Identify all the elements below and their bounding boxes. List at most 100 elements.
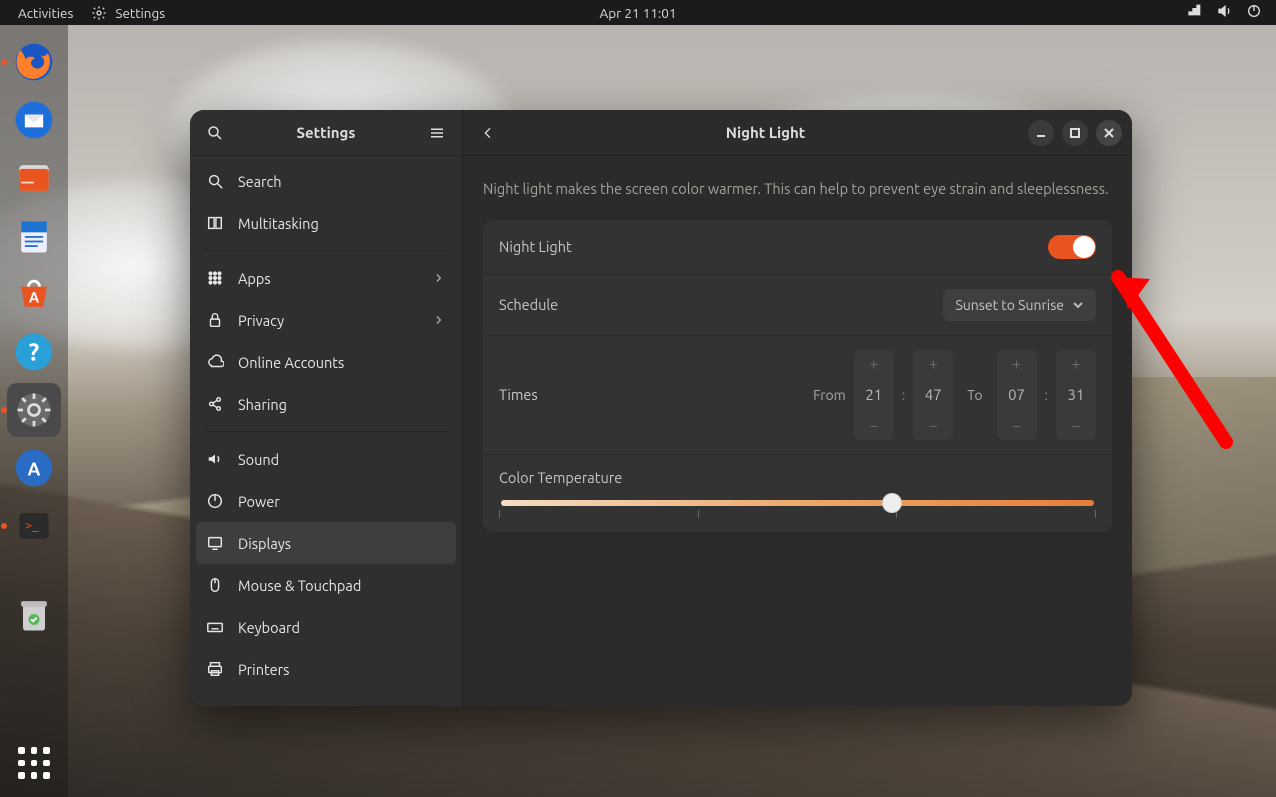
volume-icon[interactable]: [1216, 3, 1232, 22]
dock-app-thunderbird[interactable]: [7, 93, 61, 147]
dock-app-files[interactable]: [7, 151, 61, 205]
dock-app-ubuntu-software[interactable]: A: [7, 267, 61, 321]
sidebar-item-sound[interactable]: Sound: [190, 438, 462, 480]
chevron-right-icon: [432, 313, 446, 327]
multitask-icon: [206, 214, 224, 232]
mouse-icon: [206, 576, 224, 594]
color-temperature-label: Color Temperature: [499, 469, 1096, 486]
settings-content: Night Light Night light makes the screen…: [462, 110, 1132, 706]
search-icon: [206, 124, 224, 142]
dock-app-software-updater[interactable]: A: [7, 441, 61, 495]
svg-text:?: ?: [29, 338, 39, 365]
top-bar: Activities Settings Apr 21 11:01: [0, 0, 1276, 25]
network-icon[interactable]: [1186, 3, 1202, 22]
share-icon: [206, 395, 224, 413]
sidebar-title: Settings: [230, 124, 422, 141]
back-button[interactable]: [473, 118, 503, 148]
cloud-icon: [206, 353, 224, 371]
sidebar-item-label: Keyboard: [238, 619, 300, 636]
night-light-description: Night light makes the screen color warme…: [483, 178, 1112, 200]
sidebar-item-label: Mouse & Touchpad: [238, 577, 361, 594]
dock-app-terminal[interactable]: >_: [7, 499, 61, 553]
dock-app-writer[interactable]: [7, 209, 61, 263]
chevron-right-icon: [432, 271, 446, 285]
sidebar-item-power[interactable]: Power: [190, 480, 462, 522]
sidebar-item-printers[interactable]: Printers: [190, 648, 462, 690]
from-min-spinner[interactable]: + 47 −: [913, 350, 953, 440]
sidebar-item-sharing[interactable]: Sharing: [190, 383, 462, 425]
power-icon: [206, 492, 224, 510]
power-icon[interactable]: [1246, 3, 1262, 22]
sidebar-item-multitasking[interactable]: Multitasking: [190, 202, 462, 244]
window-minimize-button[interactable]: [1028, 120, 1054, 146]
sidebar-item-label: Printers: [238, 661, 289, 678]
spinner-minus[interactable]: −: [1056, 412, 1096, 440]
sidebar-item-label: Privacy: [238, 312, 284, 329]
night-light-panel: Night Light Schedule Sunset to Sunrise T…: [483, 220, 1112, 532]
spinner-plus[interactable]: +: [854, 350, 894, 378]
sidebar-item-privacy[interactable]: Privacy: [190, 299, 462, 341]
dock-app-firefox[interactable]: [7, 35, 61, 89]
printer-icon: [206, 660, 224, 678]
clock[interactable]: Apr 21 11:01: [600, 5, 677, 21]
sidebar-item-label: Online Accounts: [238, 354, 344, 371]
dock-app-settings[interactable]: [7, 383, 61, 437]
spinner-minus[interactable]: −: [854, 412, 894, 440]
spinner-plus[interactable]: +: [913, 350, 953, 378]
settings-window: Settings Search Multitasking Apps Privacy On…: [190, 110, 1132, 706]
app-menu-settings[interactable]: Settings: [91, 5, 165, 21]
sidebar-item-label: Search: [238, 173, 282, 190]
to-hour-spinner[interactable]: + 07 −: [997, 350, 1037, 440]
hamburger-menu-button[interactable]: [422, 124, 452, 142]
night-light-label: Night Light: [499, 238, 572, 255]
times-from-label: From: [813, 387, 846, 403]
svg-text:A: A: [29, 288, 40, 305]
spinner-minus[interactable]: −: [913, 412, 953, 440]
from-hour-spinner[interactable]: + 21 −: [854, 350, 894, 440]
apps-icon: [206, 269, 224, 287]
to-min-spinner[interactable]: + 31 −: [1056, 350, 1096, 440]
color-temperature-slider[interactable]: [501, 500, 1094, 506]
search-icon: [206, 172, 224, 190]
svg-text:A: A: [28, 459, 41, 479]
spinner-plus[interactable]: +: [1056, 350, 1096, 378]
schedule-select[interactable]: Sunset to Sunrise: [943, 289, 1096, 321]
activities-button[interactable]: Activities: [18, 5, 73, 21]
sidebar-item-displays[interactable]: Displays: [196, 522, 456, 564]
schedule-value: Sunset to Sunrise: [955, 297, 1064, 313]
sidebar-item-label: Power: [238, 493, 280, 510]
schedule-label: Schedule: [499, 296, 558, 313]
slider-thumb[interactable]: [882, 493, 902, 513]
sidebar-item-mouse-touchpad[interactable]: Mouse & Touchpad: [190, 564, 462, 606]
spinner-minus[interactable]: −: [997, 412, 1037, 440]
launcher-dock: A ? A >_: [0, 25, 68, 797]
sidebar-item-label: Multitasking: [238, 215, 319, 232]
display-icon: [206, 534, 224, 552]
hamburger-icon: [428, 124, 446, 142]
chevron-down-icon: [1072, 299, 1084, 311]
dock-app-help[interactable]: ?: [7, 325, 61, 379]
sidebar-item-label: Sound: [238, 451, 279, 468]
sidebar-item-search[interactable]: Search: [190, 160, 462, 202]
chevron-left-icon: [480, 125, 496, 141]
sidebar-item-label: Sharing: [238, 396, 287, 413]
sidebar-item-apps[interactable]: Apps: [190, 257, 462, 299]
page-title: Night Light: [503, 124, 1028, 141]
keyboard-icon: [206, 618, 224, 636]
sidebar-search-button[interactable]: [200, 118, 230, 148]
gear-icon: [91, 5, 107, 21]
window-close-button[interactable]: [1096, 120, 1122, 146]
show-applications-button[interactable]: [14, 743, 54, 783]
dock-app-trash[interactable]: [7, 587, 61, 641]
sidebar-item-online-accounts[interactable]: Online Accounts: [190, 341, 462, 383]
times-to-label: To: [967, 387, 982, 403]
sound-icon: [206, 450, 224, 468]
privacy-icon: [206, 311, 224, 329]
night-light-toggle[interactable]: [1048, 235, 1096, 259]
svg-text:>_: >_: [25, 519, 39, 533]
sidebar-item-label: Apps: [238, 270, 271, 287]
sidebar-item-keyboard[interactable]: Keyboard: [190, 606, 462, 648]
settings-sidebar: Settings Search Multitasking Apps Privacy On…: [190, 110, 462, 706]
spinner-plus[interactable]: +: [997, 350, 1037, 378]
window-maximize-button[interactable]: [1062, 120, 1088, 146]
